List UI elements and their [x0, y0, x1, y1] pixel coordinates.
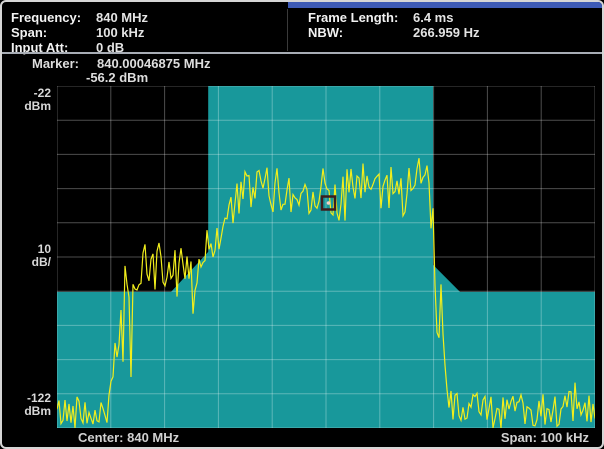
plot-footer: Center: 840 MHz Span: 100 kHz	[2, 430, 602, 447]
span-setting[interactable]: Span:100 kHz	[11, 25, 144, 40]
y-axis-bottom-level: -122 dBm	[2, 392, 51, 418]
y-axis-ref-level: -22 dBm	[2, 87, 51, 113]
frequency-label: Frequency:	[11, 10, 96, 25]
spectrum-analyzer-screen: Frequency:840 MHz Span:100 kHz Input Att…	[0, 0, 604, 449]
center-frequency-label: Center: 840 MHz	[78, 430, 179, 446]
header-column-divider	[287, 9, 288, 51]
nbw-setting[interactable]: NBW:266.959 Hz	[308, 25, 480, 40]
span-label: Span:	[11, 25, 96, 40]
trace-marker-dot	[327, 201, 331, 205]
marker-frequency: 840.00046875 MHz	[97, 57, 210, 71]
frequency-value: 840 MHz	[96, 10, 148, 25]
header-separator	[2, 52, 602, 54]
frequency-setting[interactable]: Frequency:840 MHz	[11, 10, 148, 25]
marker-label: Marker:	[32, 56, 79, 71]
top-accent-bar	[288, 2, 602, 8]
marker-amplitude: -56.2 dBm	[86, 71, 148, 85]
y-axis-scale-per-div: 10 dB/	[2, 243, 51, 269]
span-value: 100 kHz	[96, 25, 144, 40]
spectrum-plot[interactable]	[57, 86, 595, 428]
frame-length-label: Frame Length:	[308, 10, 413, 25]
nbw-label: NBW:	[308, 25, 413, 40]
span-footer-label: Span: 100 kHz	[501, 430, 589, 446]
marker-readout: Marker: 840.00046875 MHz	[32, 57, 79, 71]
frame-length-value: 6.4 ms	[413, 10, 453, 25]
frame-length-setting[interactable]: Frame Length:6.4 ms	[308, 10, 453, 25]
nbw-value: 266.959 Hz	[413, 25, 480, 40]
